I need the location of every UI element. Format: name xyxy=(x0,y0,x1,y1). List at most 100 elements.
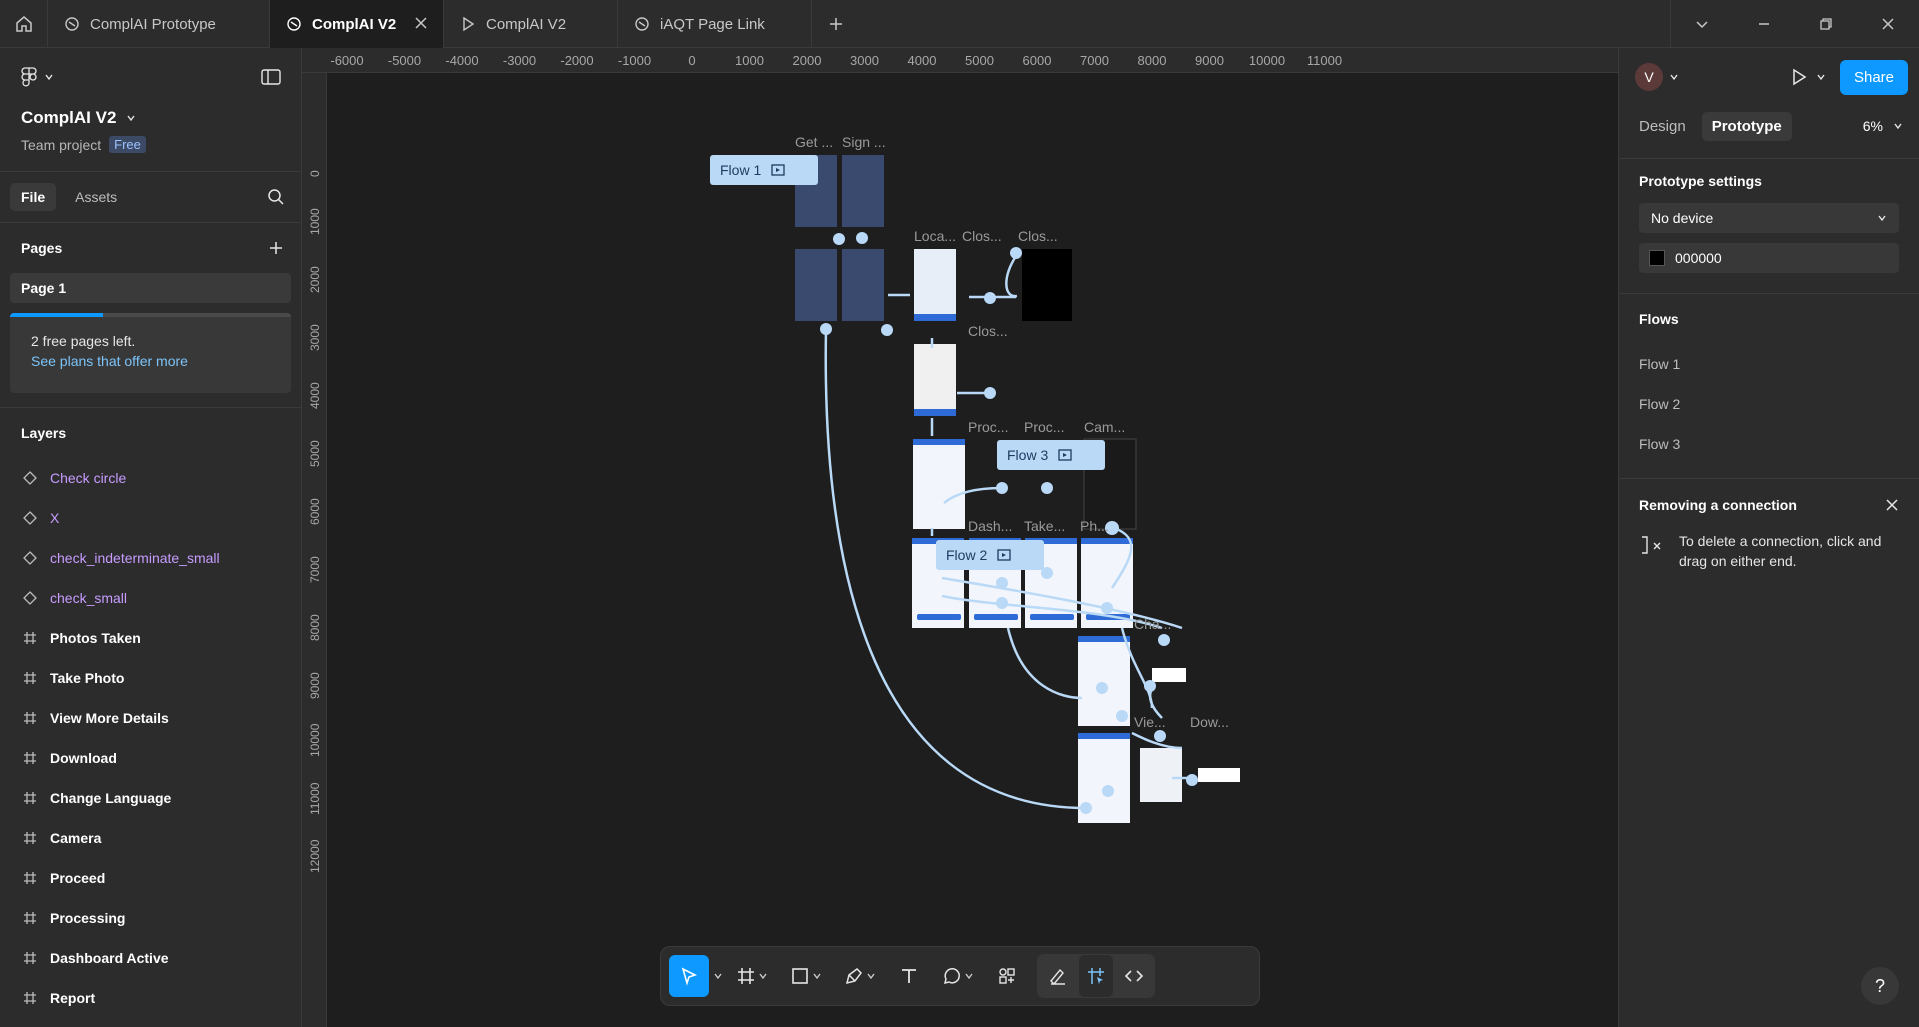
frame-name-label[interactable]: Sign ... xyxy=(842,134,886,150)
draw-mode-button[interactable] xyxy=(1041,955,1075,997)
layer-item[interactable]: Dashboard Active xyxy=(0,938,301,978)
actions-tool[interactable] xyxy=(987,955,1027,997)
tab-file[interactable]: File xyxy=(10,183,57,211)
frame[interactable] xyxy=(1022,249,1072,321)
present-button[interactable] xyxy=(1790,68,1826,86)
project-title-button[interactable]: ComplAI V2 xyxy=(0,106,301,130)
zoom-control[interactable]: 6% xyxy=(1863,118,1909,134)
frame-name-label[interactable]: Cha... xyxy=(1134,616,1171,632)
comment-tool[interactable] xyxy=(933,955,983,997)
layer-item[interactable]: Processing xyxy=(0,898,301,938)
flow-start-chip[interactable]: Flow 3 xyxy=(997,440,1105,470)
chevron-down-icon[interactable] xyxy=(1669,72,1679,82)
frame-name-label[interactable]: Dow... xyxy=(1190,714,1229,730)
frame-name-label[interactable]: Clos... xyxy=(1018,228,1058,244)
chevron-down-icon xyxy=(867,973,875,980)
frame-name-label[interactable]: Get ... xyxy=(795,134,833,150)
pages-usage-fill xyxy=(10,313,103,317)
frame[interactable] xyxy=(842,155,884,227)
layer-item[interactable]: Change Language xyxy=(0,778,301,818)
layer-label: Proceed xyxy=(50,870,106,886)
shape-tool[interactable] xyxy=(781,955,831,997)
frame-name-label[interactable]: Loca... xyxy=(914,228,956,244)
restore-button[interactable] xyxy=(1795,0,1857,48)
component-instance-icon xyxy=(23,511,37,525)
see-plans-link[interactable]: See plans that offer more xyxy=(31,353,291,369)
new-tab-button[interactable] xyxy=(812,0,860,48)
home-button[interactable] xyxy=(0,0,48,48)
frame[interactable] xyxy=(914,249,956,321)
frame-name-label[interactable]: Dash... xyxy=(968,518,1012,534)
layer-item[interactable]: check_indeterminate_small xyxy=(0,538,301,578)
frame-name-label[interactable]: Clos... xyxy=(962,228,1002,244)
move-tool[interactable] xyxy=(669,955,709,997)
close-icon[interactable] xyxy=(1885,498,1899,512)
minimize-button[interactable] xyxy=(1733,0,1795,48)
layer-item[interactable]: Camera xyxy=(0,818,301,858)
frame[interactable] xyxy=(914,344,956,416)
layer-item[interactable]: Proceed xyxy=(0,858,301,898)
tabs-dropdown-button[interactable] xyxy=(1671,0,1733,48)
layer-item[interactable]: X xyxy=(0,498,301,538)
frame[interactable] xyxy=(1198,768,1240,782)
frame-name-label[interactable]: Cam... xyxy=(1084,419,1125,435)
close-icon[interactable] xyxy=(413,15,429,31)
plus-icon[interactable] xyxy=(269,241,283,255)
page-item[interactable]: Page 1 xyxy=(10,273,291,303)
avatar[interactable]: V xyxy=(1635,63,1663,91)
flow-list-item[interactable]: Flow 1 xyxy=(1639,344,1899,384)
chevron-down-icon[interactable] xyxy=(713,971,723,981)
layer-item[interactable]: Check circle xyxy=(0,458,301,498)
tab-assets[interactable]: Assets xyxy=(64,183,128,211)
flow-chip-label: Flow 1 xyxy=(720,162,762,178)
layer-item[interactable]: check_small xyxy=(0,578,301,618)
device-dropdown[interactable]: No device xyxy=(1639,203,1899,233)
frame-name-label[interactable]: Vie... xyxy=(1134,714,1166,730)
frame-name-label[interactable]: Clos... xyxy=(968,323,1008,339)
frame-name-label[interactable]: Ph... xyxy=(1080,518,1109,534)
pen-tool[interactable] xyxy=(835,955,885,997)
tab-prototype[interactable]: Prototype xyxy=(1701,111,1792,141)
dev-mode-button[interactable] xyxy=(1117,955,1151,997)
frame[interactable] xyxy=(795,249,837,321)
frame[interactable] xyxy=(913,439,965,529)
layer-label: check_indeterminate_small xyxy=(50,550,220,566)
search-icon[interactable] xyxy=(267,188,285,206)
canvas[interactable]: -6000 -5000 -4000 -3000 -2000 -1000 0 1000 2000 3… xyxy=(302,48,1618,1027)
frame[interactable] xyxy=(1152,668,1186,682)
main-menu-button[interactable] xyxy=(20,66,54,88)
frame-tool[interactable] xyxy=(727,955,777,997)
prototype-settings-section: Prototype settings No device 000000 xyxy=(1619,159,1919,293)
background-hex[interactable]: 000000 xyxy=(1675,250,1722,266)
close-window-button[interactable] xyxy=(1857,0,1919,48)
help-button[interactable]: ? xyxy=(1861,967,1899,1005)
right-panel-header: V Share xyxy=(1619,48,1919,106)
toggle-sidebar-icon[interactable] xyxy=(261,69,281,85)
frame[interactable] xyxy=(842,249,884,321)
flow-start-chip[interactable]: Flow 1 xyxy=(710,155,818,185)
frame-name-label[interactable]: Proc... xyxy=(1024,419,1064,435)
layer-item[interactable]: View More Details xyxy=(0,698,301,738)
tab-design[interactable]: Design xyxy=(1629,112,1696,141)
figma-file-icon xyxy=(287,17,301,31)
frame[interactable] xyxy=(1140,748,1182,802)
layer-item[interactable]: Download xyxy=(0,738,301,778)
flow-list-item[interactable]: Flow 3 xyxy=(1639,424,1899,464)
tab-iaqt-page-link[interactable]: iAQT Page Link xyxy=(618,0,812,48)
color-swatch[interactable] xyxy=(1649,250,1665,266)
flow-start-chip[interactable]: Flow 2 xyxy=(936,540,1044,570)
layer-item[interactable]: Photos Taken xyxy=(0,618,301,658)
frame-name-label[interactable]: Take... xyxy=(1024,518,1065,534)
layer-item[interactable]: Report xyxy=(0,978,301,1018)
layer-item[interactable]: Take Photo xyxy=(0,658,301,698)
tab-complai-v2-prototype[interactable]: ComplAI V2 xyxy=(444,0,618,48)
frame-name-label[interactable]: Proc... xyxy=(968,419,1008,435)
tab-complai-prototype[interactable]: ComplAI Prototype xyxy=(48,0,270,48)
flow-list-item[interactable]: Flow 2 xyxy=(1639,384,1899,424)
background-color-field[interactable]: 000000 xyxy=(1639,243,1899,273)
plan-badge[interactable]: Free xyxy=(109,136,146,153)
text-tool[interactable] xyxy=(889,955,929,997)
share-button[interactable]: Share xyxy=(1839,59,1908,95)
design-mode-button[interactable] xyxy=(1079,955,1113,997)
tab-complai-v2-active[interactable]: ComplAI V2 xyxy=(270,0,444,48)
